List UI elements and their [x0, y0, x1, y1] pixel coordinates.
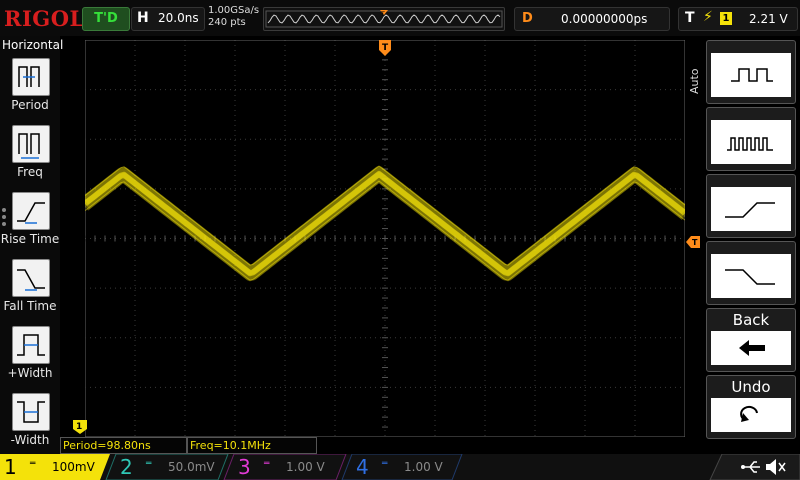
trigger-key: T — [685, 10, 695, 26]
back-label: Back — [732, 311, 770, 329]
scope-preset-rising-button[interactable] — [706, 174, 796, 238]
svg-text:1: 1 — [76, 422, 82, 432]
channel3-number: 3 — [238, 455, 251, 479]
status-icons — [709, 454, 800, 480]
measure-period-button[interactable]: Period — [0, 56, 60, 120]
trigger-level: 2.21 V — [749, 12, 788, 26]
measure-fall-time-button[interactable]: Fall Time — [0, 257, 60, 321]
sample-info: 1.00GSa/s 240 pts — [208, 5, 259, 29]
channel2-tab[interactable]: 2 ═ 50.0mV — [116, 454, 224, 480]
positive-width-icon — [12, 326, 50, 364]
memory-waveform-preview: T — [265, 10, 503, 28]
channel3-scale: 1.00 V — [286, 460, 325, 474]
undo-button[interactable]: Undo — [706, 375, 796, 439]
trigger-time-marker[interactable]: T — [379, 40, 391, 56]
channel2-scale: 50.0mV — [168, 460, 215, 474]
run-state-badge[interactable]: T'D — [82, 7, 130, 31]
scope-preset-multipulse-button[interactable] — [706, 107, 796, 171]
rising-edge-icon: ⚡ — [703, 9, 713, 25]
dc-coupling-icon: ═ — [146, 459, 152, 469]
horizontal-delay[interactable]: D 0.00000000ps — [514, 7, 670, 31]
brand-logo: RIGOL — [4, 6, 85, 31]
channel2-number: 2 — [120, 455, 133, 479]
sample-rate: 1.00GSa/s — [208, 5, 260, 16]
channel1-number: 1 — [4, 455, 17, 479]
negative-width-icon — [12, 393, 50, 431]
fall-time-icon — [12, 259, 50, 297]
graticule — [80, 39, 690, 438]
multi-pulse-icon — [711, 120, 791, 164]
rise-time-label: Rise Time — [0, 232, 60, 246]
channel4-number: 4 — [356, 455, 369, 479]
measure-freq-button[interactable]: Freq — [0, 123, 60, 187]
menu-title: Horizontal — [2, 38, 64, 52]
dc-coupling-icon: ═ — [30, 459, 36, 469]
waveform-display[interactable] — [80, 39, 690, 438]
svg-text:T: T — [380, 11, 385, 18]
channel1-tab[interactable]: 1 ═ 100mV — [0, 454, 108, 480]
memory-depth: 240 pts — [208, 17, 246, 28]
dc-coupling-icon: ═ — [382, 459, 388, 469]
channel4-tab[interactable]: 4 ═ 1.00 V — [352, 454, 460, 480]
falling-edge-preset-icon — [711, 254, 791, 298]
trace-persistence-layer — [81, 172, 689, 282]
trigger-level-marker[interactable]: T — [686, 236, 700, 248]
auto-mode-label: Auto — [688, 68, 701, 94]
pos-width-label: +Width — [7, 366, 53, 380]
measurement-frequency[interactable]: Freq=10.1MHz — [187, 437, 317, 454]
svg-text:T: T — [382, 43, 389, 53]
neg-width-label: -Width — [10, 433, 50, 447]
svg-text:T: T — [692, 238, 698, 247]
channel4-scale: 1.00 V — [404, 460, 443, 474]
scope-preset-falling-button[interactable] — [706, 241, 796, 305]
measure-neg-width-button[interactable]: -Width — [0, 391, 60, 455]
horizontal-key: H — [137, 10, 149, 26]
undo-label: Undo — [731, 378, 771, 396]
frequency-icon — [12, 125, 50, 163]
channel3-tab[interactable]: 3 ═ 1.00 V — [234, 454, 342, 480]
channel1-trace — [80, 165, 690, 282]
delay-key: D — [522, 11, 533, 26]
memory-overview[interactable]: T — [263, 7, 505, 31]
measurement-period[interactable]: Period=98.80ns — [60, 437, 187, 454]
fall-time-label: Fall Time — [3, 299, 57, 313]
horizontal-timebase[interactable]: H 20.0ns — [131, 7, 205, 31]
channel1-offset-marker[interactable]: 1 — [73, 420, 87, 434]
rise-time-icon — [12, 192, 50, 230]
single-pulse-icon — [711, 53, 791, 97]
delay-value: 0.00000000ps — [561, 12, 648, 26]
freq-label: Freq — [17, 165, 43, 179]
period-label: Period — [11, 98, 49, 112]
trigger-source: 1 — [720, 12, 732, 25]
back-arrow-icon — [711, 331, 791, 365]
scope-preset-pulse-button[interactable] — [706, 40, 796, 104]
timebase-value: 20.0ns — [158, 11, 199, 25]
period-icon — [12, 58, 50, 96]
measure-pos-width-button[interactable]: +Width — [0, 324, 60, 388]
channel1-scale: 100mV — [52, 460, 95, 474]
undo-icon — [711, 398, 791, 432]
trigger-status[interactable]: T ⚡ 1 2.21 V — [678, 7, 798, 31]
back-button[interactable]: Back — [706, 308, 796, 372]
measure-rise-time-button[interactable]: Rise Time — [0, 190, 60, 254]
rising-edge-preset-icon — [711, 187, 791, 231]
dc-coupling-icon: ═ — [264, 459, 270, 469]
